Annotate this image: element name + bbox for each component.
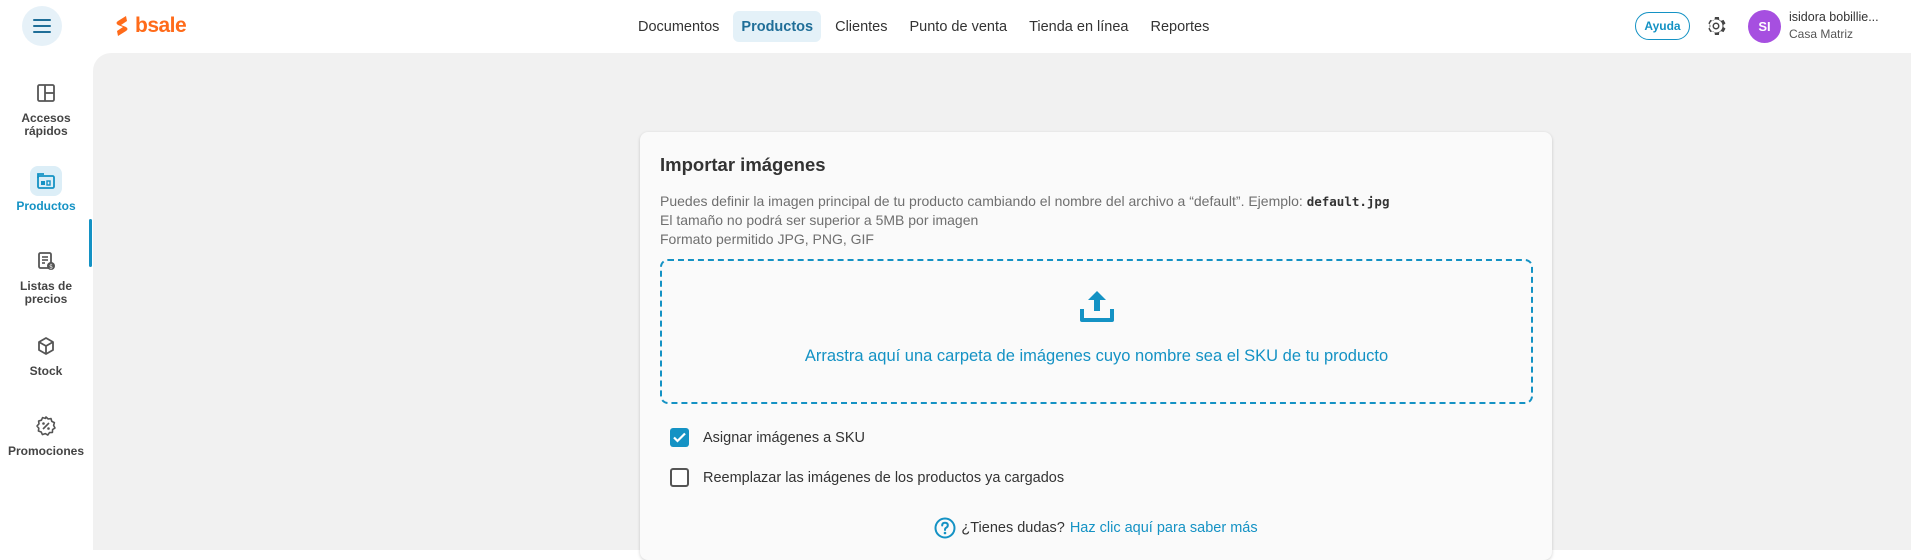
sidebar-item-productos[interactable]: Productos (0, 166, 92, 213)
nav-clientes[interactable]: Clientes (827, 11, 895, 42)
nav-tienda-en-linea[interactable]: Tienda en línea (1021, 11, 1136, 42)
discount-icon (30, 411, 62, 441)
sidebar-label: Stock (29, 364, 63, 378)
nav-productos[interactable]: Productos (733, 11, 822, 42)
card-title: Importar imágenes (660, 154, 826, 175)
assign-images-sku-option[interactable]: Asignar imágenes a SKU (670, 428, 865, 447)
assign-images-sku-label[interactable]: Asignar imágenes a SKU (703, 430, 865, 446)
nav-punto-de-venta[interactable]: Punto de venta (902, 11, 1016, 42)
user-branch: Casa Matriz (1789, 27, 1854, 41)
upload-icon (1080, 291, 1114, 322)
checkmark-icon (673, 432, 686, 443)
nav-documentos[interactable]: Documentos (630, 11, 727, 42)
user-avatar[interactable]: SI (1748, 10, 1781, 43)
gear-icon[interactable] (1704, 14, 1728, 38)
help-line: ¿Tienes dudas? Haz clic aquí para saber … (640, 517, 1552, 539)
layout-icon (30, 78, 62, 108)
description-line-3: Formato permitido JPG, PNG, GIF (660, 231, 874, 247)
bsale-logo-icon (116, 16, 128, 36)
svg-text:$: $ (49, 264, 53, 271)
cube-icon (30, 331, 62, 361)
sidebar-label: Listas de precios (19, 279, 73, 306)
assign-images-sku-checkbox[interactable] (670, 428, 689, 447)
menu-button[interactable] (22, 6, 62, 46)
image-dropzone[interactable]: Arrastra aquí una carpeta de imágenes cu… (660, 259, 1533, 404)
help-link[interactable]: Haz clic aquí para saber más (1070, 520, 1258, 536)
sidebar-item-listas-de-precios[interactable]: $ Listas de precios (0, 246, 92, 306)
example-filename: default.jpg (1306, 194, 1390, 209)
hamburger-icon (33, 19, 51, 33)
replace-images-option[interactable]: Reemplazar las imágenes de los productos… (670, 468, 1064, 487)
sidebar: Accesos rápidos Productos $ Listas de prec… (0, 53, 92, 550)
description-line-2: El tamaño no podrá ser superior a 5MB po… (660, 212, 979, 228)
sidebar-item-promociones[interactable]: Promociones (0, 411, 92, 458)
dropzone-text: Arrastra aquí una carpeta de imágenes cu… (804, 347, 1389, 365)
help-circle-icon (934, 517, 956, 539)
help-button[interactable]: Ayuda (1635, 12, 1690, 40)
sidebar-label: Productos (16, 199, 76, 213)
help-question: ¿Tienes dudas? (961, 520, 1065, 536)
top-header: bsale Documentos Productos Clientes Punt… (0, 0, 1911, 53)
sidebar-label: Promociones (7, 444, 85, 458)
products-icon (30, 166, 62, 196)
sidebar-active-indicator (89, 219, 92, 267)
replace-images-checkbox[interactable] (670, 468, 689, 487)
top-nav: Documentos Productos Clientes Punto de v… (630, 11, 1217, 42)
main-content: Importar imágenes Puedes definir la imag… (93, 53, 1911, 560)
bsale-logo[interactable]: bsale (115, 14, 187, 38)
replace-images-label[interactable]: Reemplazar las imágenes de los productos… (703, 470, 1064, 486)
description-line-1: Puedes definir la imagen principal de tu… (660, 193, 1390, 209)
sidebar-item-stock[interactable]: Stock (0, 331, 92, 378)
import-images-card: Importar imágenes Puedes definir la imag… (640, 132, 1552, 560)
sidebar-label: Accesos rápidos (21, 111, 71, 138)
user-name[interactable]: isidora bobillie... (1789, 10, 1879, 24)
nav-reportes[interactable]: Reportes (1143, 11, 1218, 42)
sidebar-item-accesos-rapidos[interactable]: Accesos rápidos (0, 78, 92, 138)
logo-text: bsale (135, 14, 187, 37)
price-list-icon: $ (30, 246, 62, 276)
